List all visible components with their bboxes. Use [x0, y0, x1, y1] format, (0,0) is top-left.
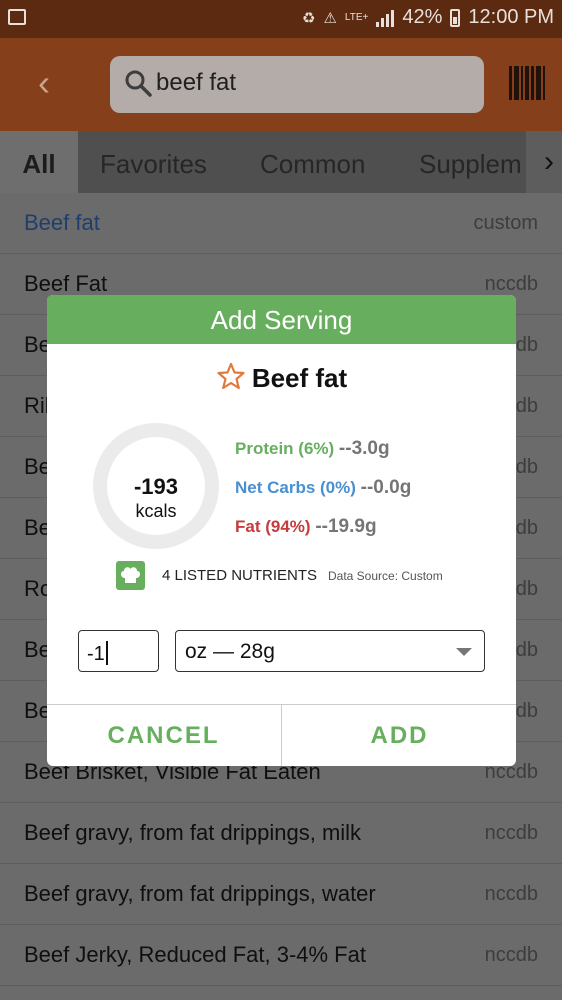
gallery-icon [8, 9, 26, 25]
tab-favorites[interactable]: Favorites [100, 131, 207, 193]
food-source: db [515, 639, 538, 661]
food-source: db [515, 456, 538, 478]
food-source: custom [473, 212, 538, 234]
list-item[interactable]: Beef gravy, from fat drippings, milk nccd… [0, 803, 562, 864]
food-title: Beef fat [251, 363, 348, 393]
clock: 12:00 PM [468, 6, 554, 28]
recycle-icon: ♻ [302, 9, 316, 27]
food-name: Beef fat [24, 210, 100, 235]
protein-row: Protein (6%) --3.0g [235, 438, 390, 460]
net-carbs-value: --0.0g [360, 477, 412, 498]
food-source: nccdb [484, 273, 538, 295]
star-icon[interactable] [216, 362, 246, 390]
list-item[interactable]: Beef fat custom [0, 193, 562, 254]
food-source: nccdb [484, 883, 538, 905]
food-name: Beef Fat [24, 271, 108, 296]
search-icon [125, 70, 152, 97]
data-source-label: Data Source: Custom [328, 569, 443, 583]
tab-all[interactable]: All [0, 131, 78, 193]
food-source: nccdb [484, 944, 538, 966]
fat-label: Fat (94%) [235, 517, 311, 536]
sync-alert-icon: ⚠ [323, 9, 337, 27]
network-type: LTE+ [344, 11, 369, 23]
tab-strip: Favorites Common Supplem [78, 131, 526, 193]
protein-value: --3.0g [338, 438, 390, 459]
signal-icon [376, 9, 395, 27]
add-button[interactable]: ADD [281, 705, 516, 766]
unit-value: oz — 28g [185, 640, 275, 663]
list-item[interactable]: Beef Jerky, Reduced Fat, 3-4% Fat nccdb [0, 925, 562, 986]
search-box[interactable]: beef fat [110, 56, 484, 113]
food-name: Beef gravy, from fat drippings, water [24, 881, 376, 906]
dialog-actions: CANCEL ADD [47, 704, 516, 766]
food-source: db [515, 517, 538, 539]
app-bar: ‹ beef fat [0, 38, 562, 131]
net-carbs-row: Net Carbs (0%) --0.0g [235, 477, 411, 499]
dialog-title: Add Serving [47, 295, 516, 344]
net-carbs-label: Net Carbs (0%) [235, 478, 356, 497]
food-source: db [515, 334, 538, 356]
back-arrow-icon[interactable]: ‹ [38, 65, 72, 101]
fat-row: Fat (94%) --19.9g [235, 516, 377, 538]
food-title-row: Beef fat [47, 362, 516, 394]
listed-nutrients-label[interactable]: 4 LISTED NUTRIENTS [162, 567, 317, 584]
kcal-value: -193 [133, 474, 179, 499]
food-source: db [515, 395, 538, 417]
quantity-input[interactable]: -1 [78, 630, 159, 672]
tab-common[interactable]: Common [260, 131, 365, 193]
category-tabs: All Favorites Common Supplem › [0, 131, 562, 193]
quantity-value: -1 [87, 643, 105, 665]
food-source: db [515, 700, 538, 722]
search-input[interactable]: beef fat [156, 69, 236, 97]
add-serving-dialog: Add Serving Beef fat -193 kcals Protein … [47, 295, 516, 766]
battery-icon [450, 8, 461, 27]
status-bar: ♻ ⚠ LTE+ 42% 12:00 PM [0, 0, 562, 38]
food-name: Ril [24, 393, 50, 418]
food-source: nccdb [484, 822, 538, 844]
battery-percent: 42% [402, 6, 443, 28]
chef-hat-icon[interactable] [116, 561, 145, 590]
text-cursor [105, 641, 108, 665]
food-name: Beef Jerky, Reduced Fat, 3-4% Fat [24, 942, 366, 967]
calorie-ring: -193 kcals [93, 423, 219, 549]
unit-select[interactable]: oz — 28g [175, 630, 485, 672]
tab-supplements[interactable]: Supplem [419, 131, 522, 193]
dropdown-arrow-icon [456, 648, 472, 656]
cancel-button[interactable]: CANCEL [47, 705, 280, 766]
fat-value: --19.9g [315, 516, 377, 537]
protein-label: Protein (6%) [235, 439, 335, 458]
chevron-right-icon[interactable]: › [544, 145, 554, 179]
food-source: db [515, 578, 538, 600]
barcode-scan-icon[interactable] [509, 66, 545, 100]
kcal-label: kcals [135, 501, 177, 521]
food-name: Beef gravy, from fat drippings, milk [24, 820, 362, 845]
list-item[interactable]: Beef gravy, from fat drippings, water ncc… [0, 864, 562, 925]
